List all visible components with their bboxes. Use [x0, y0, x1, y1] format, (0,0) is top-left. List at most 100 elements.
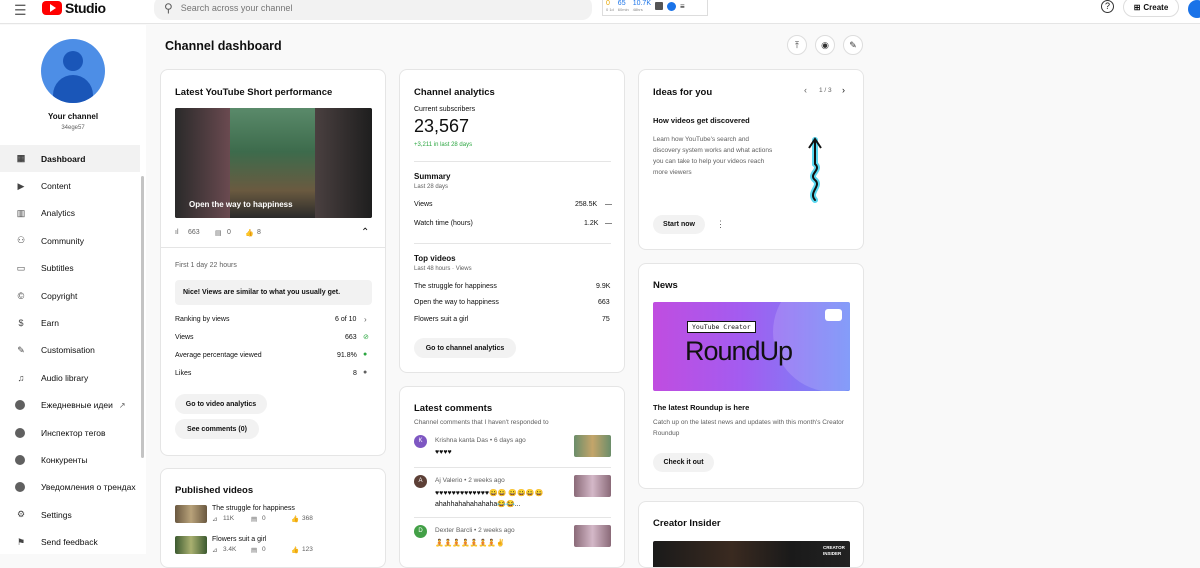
- video-title[interactable]: The struggle for happiness: [212, 505, 295, 512]
- comment-video-thumbnail[interactable]: [574, 475, 611, 497]
- news-body: Catch up on the latest news and updates …: [653, 419, 844, 437]
- account-avatar[interactable]: [1188, 0, 1200, 18]
- search-icon[interactable]: ⚲: [164, 1, 173, 15]
- video-thumbnail[interactable]: [175, 505, 207, 523]
- sidebar-item-copyright[interactable]: © Copyright: [0, 282, 140, 309]
- top-video-views: 9.9K: [596, 283, 611, 290]
- go-live-button[interactable]: ◉: [815, 35, 835, 55]
- top-video-title[interactable]: Open the way to happiness: [414, 299, 499, 306]
- dashboard-icon: ▦: [16, 153, 26, 164]
- go-to-channel-analytics-button[interactable]: Go to channel analytics: [414, 338, 516, 358]
- sidebar-nav: ▦ Dashboard ▶ Content ▥ Analytics ⚇ Communit…: [0, 145, 140, 556]
- create-button[interactable]: ⊞ Create: [1123, 0, 1179, 17]
- see-comments-button[interactable]: See comments (0): [175, 419, 259, 439]
- previous-chevron-icon[interactable]: ‹: [804, 85, 807, 95]
- top-video-title[interactable]: Flowers suit a girl: [414, 316, 468, 323]
- video-title[interactable]: Flowers suit a girl: [212, 536, 266, 543]
- card-title: Published videos: [175, 485, 254, 496]
- sidebar-item-dashboard[interactable]: ▦ Dashboard: [0, 145, 140, 173]
- sidebar-item-subtitles[interactable]: ▭ Subtitles: [0, 255, 140, 282]
- discovery-arrow-illustration: [808, 137, 822, 203]
- your-channel-label[interactable]: Your channel: [0, 112, 146, 121]
- divider: [414, 161, 611, 162]
- widget-extension-icon[interactable]: [667, 1, 676, 11]
- more-options-icon[interactable]: ⋮: [716, 219, 725, 230]
- widget-realtime-value: 0: [606, 0, 610, 7]
- video-likes: 123: [302, 546, 313, 553]
- news-headline: The latest Roundup is here: [653, 403, 750, 412]
- start-now-button[interactable]: Start now: [653, 215, 705, 234]
- community-icon: ⚇: [16, 235, 26, 246]
- sidebar-item-trend-alerts[interactable]: Уведомления о трендах: [0, 474, 140, 501]
- help-icon[interactable]: ?: [1101, 0, 1114, 13]
- sidebar-item-competitors[interactable]: Конкуренты: [0, 446, 140, 473]
- hamburger-menu-icon[interactable]: ☰: [14, 2, 27, 19]
- extension-icon: [15, 482, 25, 493]
- channel-id: 34ege57: [61, 125, 85, 131]
- summary-views-value: 258.5K: [575, 201, 598, 208]
- sidebar: Your channel 34ege57 ▦ Dashboard ▶ Content…: [0, 25, 146, 554]
- sidebar-item-audio-library[interactable]: ♫ Audio library: [0, 364, 140, 391]
- comments-icon: ▤: [215, 230, 222, 237]
- analytics-icon: ▥: [16, 207, 26, 218]
- sidebar-scrollbar[interactable]: [141, 176, 144, 458]
- extension-stats-widget[interactable]: 00 1d 65 60min 10.7K 48hrs ≡: [602, 0, 708, 16]
- views-icon: ⊿: [212, 547, 218, 554]
- widget-chart-icon[interactable]: [655, 2, 663, 10]
- creator-insider-thumbnail[interactable]: CREATOR INSIDER: [653, 541, 850, 567]
- commenter-avatar[interactable]: D: [414, 525, 427, 538]
- youtube-logo-icon: [42, 1, 62, 15]
- sidebar-item-send-feedback[interactable]: ⚑ Send feedback: [0, 528, 140, 555]
- search-bar[interactable]: ⚲: [154, 0, 592, 20]
- published-videos-card: Published videos The struggle for happin…: [160, 468, 386, 568]
- sidebar-item-daily-ideas[interactable]: Ежедневные идеи ↗: [0, 392, 140, 419]
- collapse-chevron-icon[interactable]: ⌃: [361, 227, 369, 238]
- sidebar-item-earn[interactable]: $ Earn: [0, 309, 140, 336]
- check-circle-icon: ⊘: [363, 334, 369, 341]
- top-video-title[interactable]: The struggle for happiness: [414, 283, 497, 290]
- chevron-right-icon[interactable]: ›: [364, 315, 367, 324]
- next-chevron-icon[interactable]: ›: [842, 85, 845, 95]
- widget-menu-icon[interactable]: ≡: [680, 2, 685, 11]
- search-input[interactable]: [180, 3, 561, 13]
- comment-video-thumbnail[interactable]: [574, 525, 611, 547]
- roundup-banner[interactable]: YouTube Creator RoundUp: [653, 302, 850, 391]
- sidebar-item-analytics[interactable]: ▥ Analytics: [0, 200, 140, 227]
- short-thumbnail[interactable]: Open the way to happiness: [175, 108, 372, 218]
- comments-icon: ▤: [251, 516, 258, 523]
- comment-author[interactable]: Aj Valerio • 2 weeks ago: [435, 477, 505, 484]
- channel-avatar[interactable]: [41, 39, 105, 103]
- period-label: First 1 day 22 hours: [175, 262, 237, 269]
- summary-watch-time-label: Watch time (hours): [414, 220, 473, 227]
- check-it-out-button[interactable]: Check it out: [653, 453, 714, 472]
- upload-button[interactable]: ⤒: [787, 35, 807, 55]
- video-comments: 0: [262, 515, 266, 522]
- short-comments-count: 0: [227, 229, 231, 236]
- top-videos-title: Top videos: [414, 254, 456, 263]
- summary-title: Summary: [414, 172, 451, 181]
- go-to-video-analytics-button[interactable]: Go to video analytics: [175, 394, 267, 414]
- sidebar-item-tag-inspector[interactable]: Инспектор тегов: [0, 419, 140, 446]
- sidebar-item-label: Уведомления о трендах: [41, 482, 136, 493]
- comment-video-thumbnail[interactable]: [574, 435, 611, 457]
- card-title: Creator Insider: [653, 518, 721, 529]
- ranking-label: Ranking by views: [175, 316, 230, 323]
- video-thumbnail[interactable]: [175, 536, 207, 554]
- top-video-views: 663: [598, 299, 610, 306]
- summary-views-trend: —: [605, 201, 612, 208]
- sidebar-item-customisation[interactable]: ✎ Customisation: [0, 337, 140, 364]
- sidebar-item-community[interactable]: ⚇ Community: [0, 227, 140, 254]
- commenter-avatar[interactable]: K: [414, 435, 427, 448]
- sidebar-item-content[interactable]: ▶ Content: [0, 172, 140, 199]
- studio-logo[interactable]: Studio: [42, 0, 106, 16]
- ideas-pager: 1 / 3: [819, 87, 832, 94]
- create-post-button[interactable]: ✎: [843, 35, 863, 55]
- comment-author[interactable]: Krishna kanta Das • 6 days ago: [435, 437, 526, 444]
- views-icon: ⊿: [212, 516, 218, 523]
- comment-author[interactable]: Dexter Barcli • 2 weeks ago: [435, 527, 515, 534]
- comment-text: 🧘🧘🧘🧘🧘🧘🧘✌: [435, 540, 505, 547]
- feedback-icon: ⚑: [16, 536, 26, 547]
- likes-icon: 👍: [291, 547, 300, 554]
- commenter-avatar[interactable]: A: [414, 475, 427, 488]
- sidebar-item-settings[interactable]: ⚙ Settings: [0, 501, 140, 528]
